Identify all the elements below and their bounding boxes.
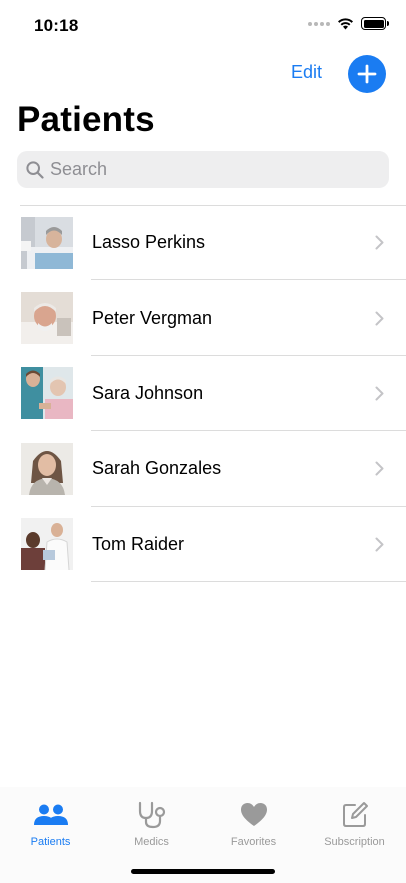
patient-name: Sarah Gonzales xyxy=(92,458,222,479)
plus-icon xyxy=(357,64,377,84)
patient-name: Sara Johnson xyxy=(92,382,204,403)
tab-subscription[interactable]: Subscription xyxy=(304,801,405,848)
tab-favorites[interactable]: Favorites xyxy=(203,801,304,848)
edit-button[interactable]: Edit xyxy=(291,62,322,83)
home-indicator xyxy=(131,869,275,874)
page-title: Patients xyxy=(17,100,155,139)
status-icons xyxy=(308,17,389,30)
chevron-right-icon xyxy=(375,311,384,326)
chevron-right-icon xyxy=(375,235,384,250)
row-divider xyxy=(91,580,406,582)
wifi-icon xyxy=(338,18,353,30)
battery-icon xyxy=(361,17,389,30)
patient-row[interactable]: Lasso Perkins xyxy=(0,205,406,281)
tab-patients[interactable]: Patients xyxy=(0,801,101,848)
patient-avatar xyxy=(21,518,73,571)
patient-name: Peter Vergman xyxy=(92,307,213,328)
people-icon xyxy=(33,804,68,825)
chevron-right-icon xyxy=(375,386,384,401)
tab-medics[interactable]: Medics xyxy=(101,801,202,848)
tab-label: Favorites xyxy=(230,836,277,848)
navigation-bar: Edit xyxy=(0,52,406,96)
chevron-right-icon xyxy=(375,537,384,552)
patient-avatar xyxy=(21,292,73,345)
patient-row[interactable]: Tom Raider xyxy=(0,507,406,582)
status-bar: 10:18 xyxy=(0,0,406,50)
patient-row[interactable]: Peter Vergman xyxy=(0,280,406,356)
tab-label: Subscription xyxy=(324,836,385,848)
patient-name: Tom Raider xyxy=(92,533,185,554)
patient-avatar xyxy=(21,367,73,420)
cellular-signal-icon xyxy=(308,21,330,26)
chevron-right-icon xyxy=(375,461,384,476)
compose-icon xyxy=(342,802,368,827)
tab-label: Patients xyxy=(30,836,71,848)
patient-row[interactable]: Sarah Gonzales xyxy=(0,431,406,507)
search-input[interactable] xyxy=(50,159,370,180)
tab-label: Medics xyxy=(134,836,169,848)
patient-name: Lasso Perkins xyxy=(92,232,206,253)
status-time: 10:18 xyxy=(34,16,79,35)
search-bar[interactable] xyxy=(17,151,389,188)
patient-avatar xyxy=(21,442,73,495)
search-icon xyxy=(26,160,44,179)
stethoscope-icon xyxy=(138,801,165,829)
patient-list: Lasso Perkins Peter Vergman Sara Johnson… xyxy=(0,205,406,582)
heart-icon xyxy=(240,803,267,826)
add-patient-button[interactable] xyxy=(348,55,386,93)
patient-row[interactable]: Sara Johnson xyxy=(0,356,406,432)
patient-avatar xyxy=(21,216,73,269)
